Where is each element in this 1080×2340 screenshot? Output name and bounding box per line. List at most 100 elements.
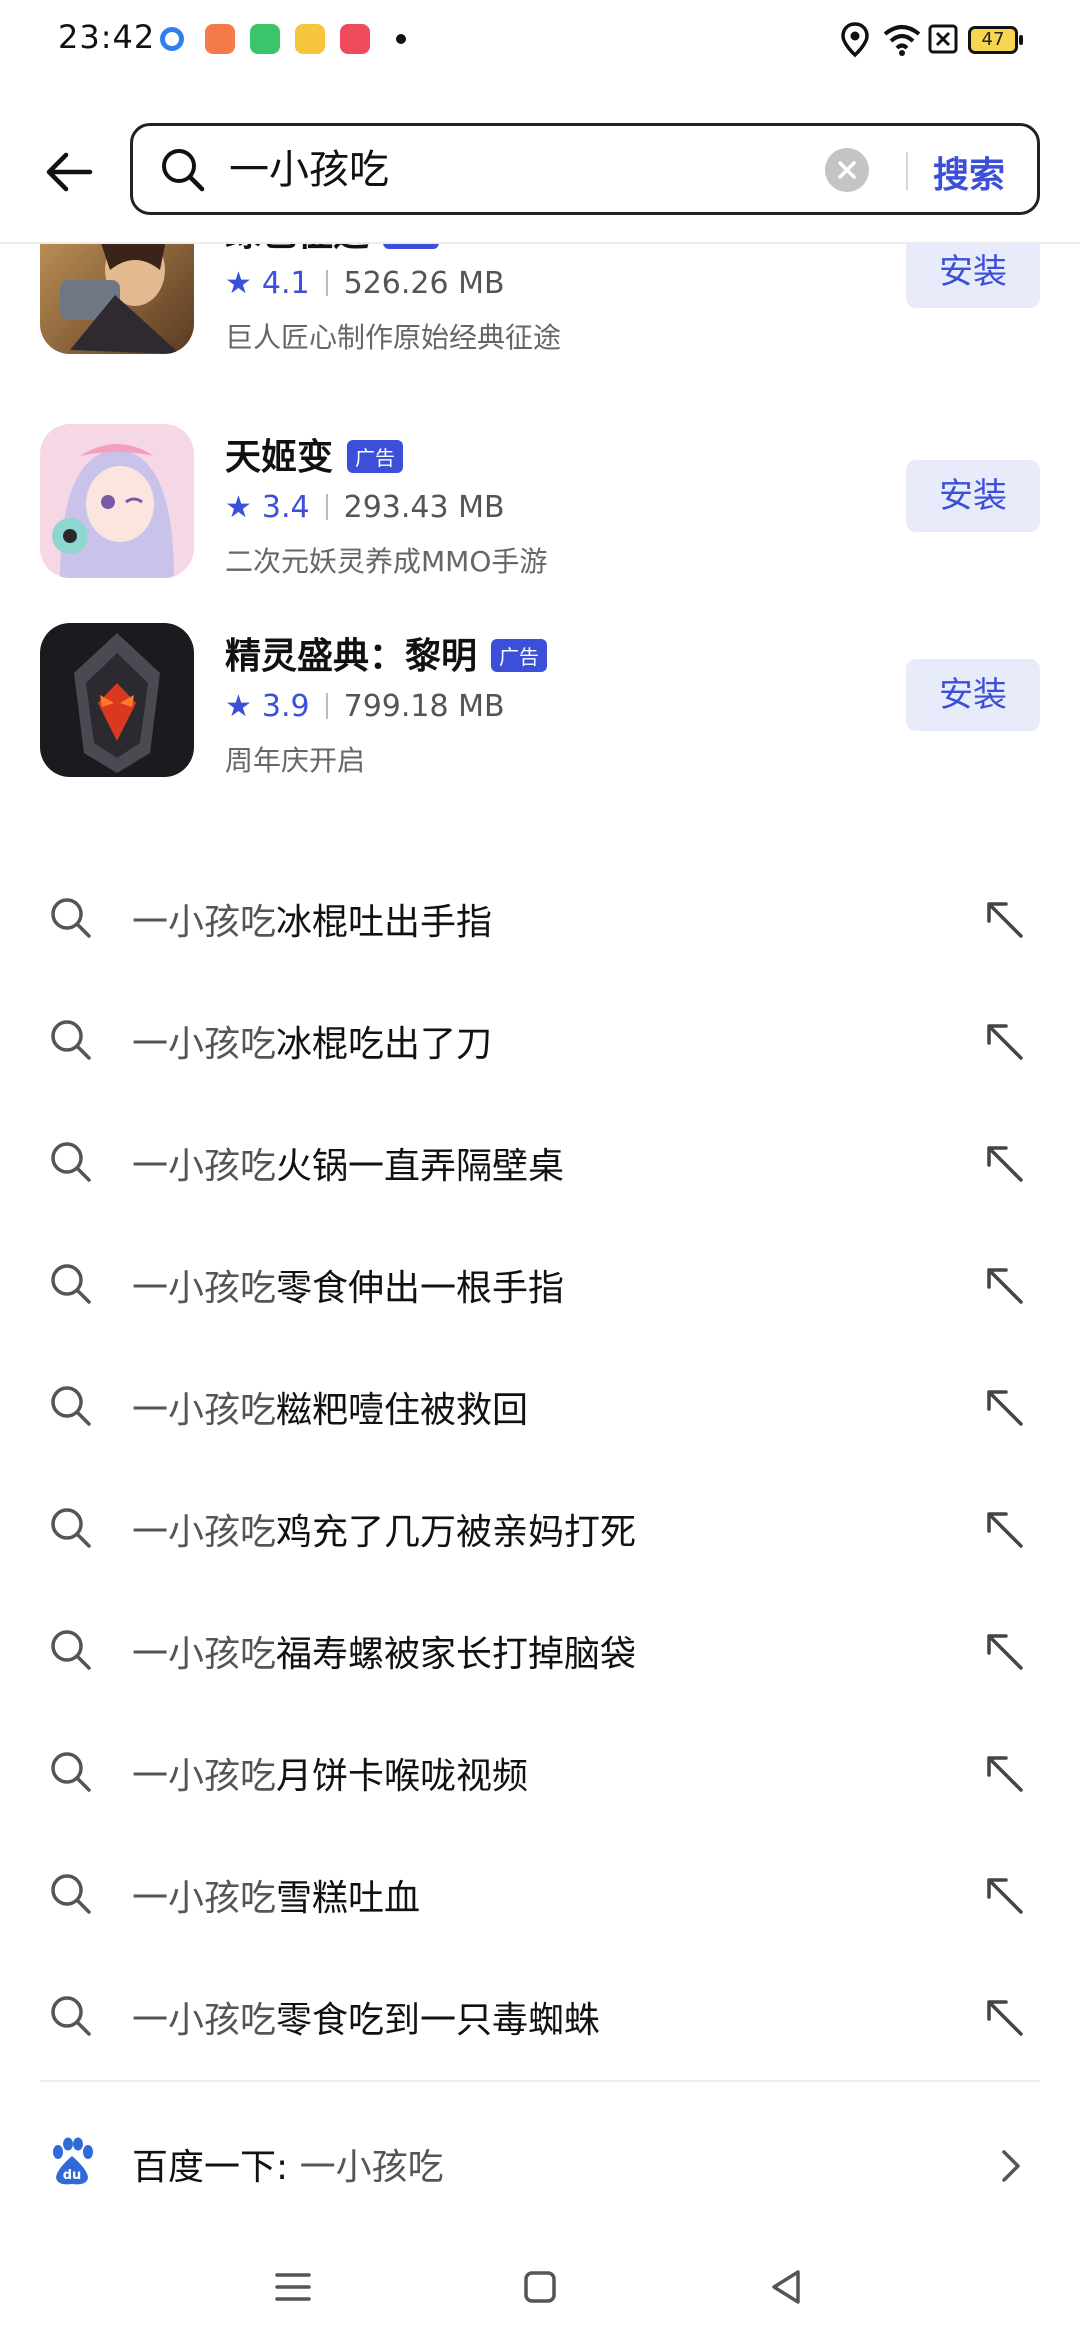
fill-query-arrow-icon[interactable] <box>982 1873 1026 1917</box>
suggestion-text: 一小孩吃雪糕吐血 <box>132 1869 420 1921</box>
app-size: 799.18 MB <box>343 689 505 724</box>
baidu-search-row[interactable]: du 百度一下: 一小孩吃 <box>0 2112 1080 2212</box>
app-icon-anime-girl <box>40 424 194 578</box>
search-icon <box>51 1142 91 1182</box>
app-rating: 4.1 <box>261 266 310 301</box>
install-button[interactable]: 安装 <box>906 244 1040 308</box>
suggestion-query: 一小孩吃 <box>132 2000 277 2041</box>
suggestion-query: 一小孩吃 <box>132 1756 277 1797</box>
fill-query-arrow-icon[interactable] <box>982 1141 1026 1185</box>
battery-indicator: 47 <box>968 26 1023 54</box>
baidu-paw-icon: du <box>53 2137 93 2185</box>
search-icon <box>162 149 205 192</box>
app-name: 绿色征途广告 <box>225 244 440 256</box>
fill-query-arrow-icon[interactable] <box>982 1507 1026 1551</box>
fill-query-arrow-icon[interactable] <box>982 1019 1026 1063</box>
app-description: 周年庆开启 <box>225 744 366 777</box>
search-box[interactable]: 搜索 <box>130 123 1040 215</box>
suggestion-item[interactable]: 一小孩吃冰棍吃出了刀 <box>0 977 1080 1099</box>
suggestion-item[interactable]: 一小孩吃福寿螺被家长打掉脑袋 <box>0 1587 1080 1709</box>
suggestion-completion: 冰棍吐出手指 <box>276 902 493 943</box>
app-name: 天姬变 广告 <box>225 428 404 480</box>
location-icon <box>841 22 869 58</box>
search-icon <box>51 1264 91 1304</box>
fill-query-arrow-icon[interactable] <box>982 897 1026 941</box>
suggestion-completion: 火锅一直弄隔壁桌 <box>276 1146 565 1187</box>
suggestion-item[interactable]: 一小孩吃鸡充了几万被亲妈打死 <box>0 1465 1080 1587</box>
suggestion-item[interactable]: 一小孩吃冰棍吐出手指 <box>0 855 1080 977</box>
suggestion-item[interactable]: 一小孩吃火锅一直弄隔壁桌 <box>0 1099 1080 1221</box>
search-icon <box>51 1630 91 1670</box>
search-input[interactable] <box>229 144 829 196</box>
suggestion-text: 一小孩吃月饼卡喉咙视频 <box>132 1747 528 1799</box>
search-button[interactable]: 搜索 <box>933 146 1005 198</box>
app-rating: 3.4 <box>261 490 310 525</box>
app-meta: ★ 3.9 799.18 MB <box>225 689 505 724</box>
suggestion-query: 一小孩吃 <box>132 1512 277 1553</box>
app-list-item[interactable]: 精灵盛典：黎明 广告 ★ 3.9 799.18 MB 周年庆开启 安装 <box>0 623 1080 783</box>
system-nav-bar <box>0 2240 1080 2340</box>
back-arrow-icon[interactable] <box>40 142 100 202</box>
notification-app-icon <box>205 24 235 54</box>
app-meta: ★ 3.4 293.43 MB <box>225 490 505 525</box>
suggestion-item[interactable]: 一小孩吃零食伸出一根手指 <box>0 1221 1080 1343</box>
baidu-search-text: 百度一下: 一小孩吃 <box>132 2147 444 2188</box>
suggestion-completion: 月饼卡喉咙视频 <box>276 1756 529 1797</box>
app-description: 二次元妖灵养成MMO手游 <box>225 545 548 578</box>
app-size: 293.43 MB <box>343 490 505 525</box>
home-nav-icon[interactable] <box>515 2262 565 2312</box>
app-list-item[interactable]: 天姬变 广告 ★ 3.4 293.43 MB 二次元妖灵养成MMO手游 安装 <box>0 424 1080 584</box>
search-divider <box>906 152 908 190</box>
suggestion-completion: 鸡充了几万被亲妈打死 <box>276 1512 637 1553</box>
close-icon <box>838 161 856 179</box>
app-list-item[interactable]: 绿色征途广告 ★ 4.1 526.26 MB 巨人匠心制作原始经典征途 安装 <box>0 244 1080 360</box>
status-bar: 23:42 47 <box>0 0 1080 84</box>
star-icon: ★ <box>225 266 252 301</box>
more-notifications-dot <box>396 34 406 44</box>
suggestion-item[interactable]: 一小孩吃零食吃到一只毒蜘蛛 <box>0 1953 1080 2075</box>
install-button[interactable]: 安装 <box>906 659 1040 731</box>
suggestion-item[interactable]: 一小孩吃糍粑噎住被救回 <box>0 1343 1080 1465</box>
search-icon <box>51 1874 91 1914</box>
menu-nav-icon[interactable] <box>268 2262 318 2312</box>
suggestion-text: 一小孩吃福寿螺被家长打掉脑袋 <box>132 1625 636 1677</box>
suggestion-completion: 福寿螺被家长打掉脑袋 <box>276 1634 637 1675</box>
suggestion-item[interactable]: 一小孩吃月饼卡喉咙视频 <box>0 1709 1080 1831</box>
suggestion-text: 一小孩吃零食伸出一根手指 <box>132 1259 564 1311</box>
chevron-right-icon <box>1002 2150 1020 2182</box>
app-meta: ★ 4.1 526.26 MB <box>225 266 505 301</box>
suggestion-list: 一小孩吃冰棍吐出手指 一小孩吃冰棍吃出了刀 一小孩吃火锅一直弄隔壁桌 一小孩吃零食伸出… <box>0 855 1080 2075</box>
suggestion-item[interactable]: 一小孩吃雪糕吐血 <box>0 1831 1080 1953</box>
ad-badge: 广告 <box>383 244 440 249</box>
star-icon: ★ <box>225 689 252 724</box>
app-name: 精灵盛典：黎明 广告 <box>225 627 548 679</box>
back-nav-icon[interactable] <box>762 2262 812 2312</box>
suggestion-text: 一小孩吃冰棍吐出手指 <box>132 893 492 945</box>
search-icon <box>51 898 91 938</box>
notification-app-icon <box>295 24 325 54</box>
suggestion-completion: 糍粑噎住被救回 <box>276 1390 529 1431</box>
star-icon: ★ <box>225 490 252 525</box>
search-icon <box>51 1752 91 1792</box>
no-sim-icon <box>928 24 958 54</box>
ad-badge: 广告 <box>491 639 548 672</box>
search-icon <box>51 1508 91 1548</box>
notification-app-icon <box>160 27 184 51</box>
clear-search-button[interactable] <box>825 148 869 192</box>
suggestion-completion: 冰棍吃出了刀 <box>276 1024 493 1065</box>
suggestion-completion: 零食伸出一根手指 <box>276 1268 565 1309</box>
suggestion-query: 一小孩吃 <box>132 1634 277 1675</box>
fill-query-arrow-icon[interactable] <box>982 1751 1026 1795</box>
fill-query-arrow-icon[interactable] <box>982 1385 1026 1429</box>
fill-query-arrow-icon[interactable] <box>982 1995 1026 2039</box>
ad-badge: 广告 <box>347 440 404 473</box>
suggestion-query: 一小孩吃 <box>132 1268 277 1309</box>
search-icon <box>51 1020 91 1060</box>
fill-query-arrow-icon[interactable] <box>982 1263 1026 1307</box>
fill-query-arrow-icon[interactable] <box>982 1629 1026 1673</box>
search-header: 搜索 <box>0 118 1080 228</box>
install-button[interactable]: 安装 <box>906 460 1040 532</box>
svg-text:du: du <box>63 2168 82 2183</box>
suggestion-query: 一小孩吃 <box>132 1878 277 1919</box>
search-icon <box>51 1996 91 2036</box>
